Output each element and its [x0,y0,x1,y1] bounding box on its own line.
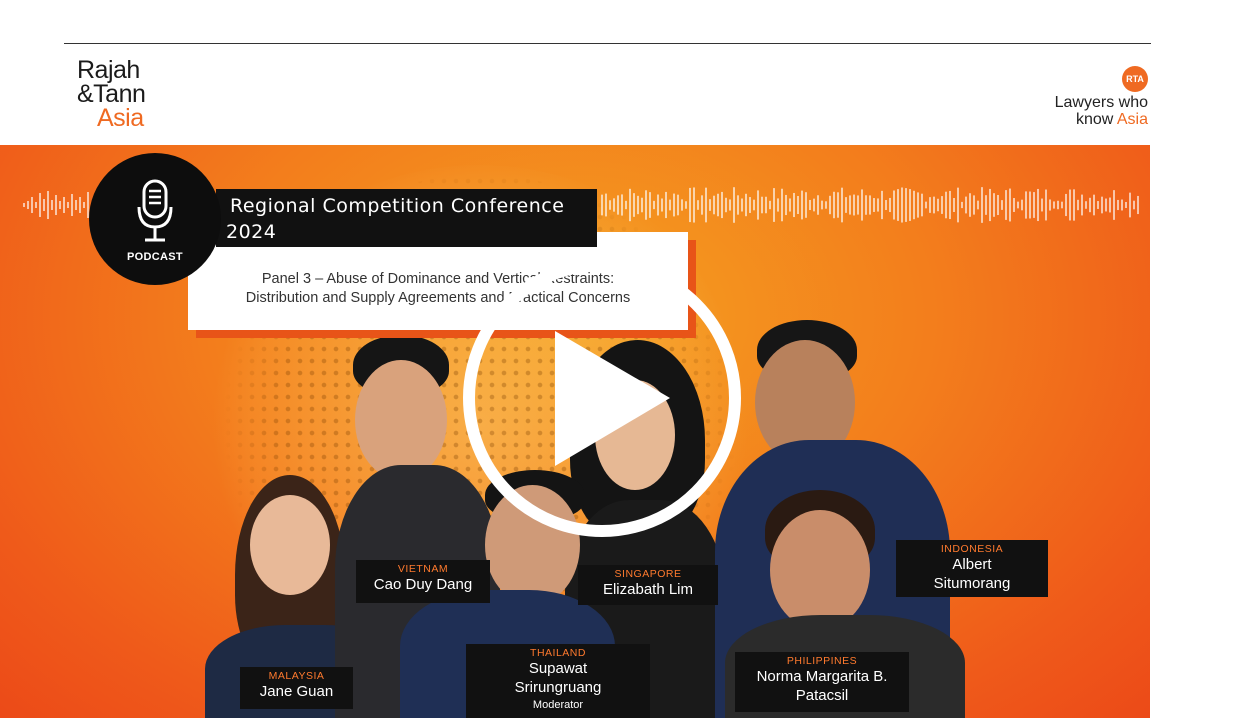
speaker-country: PHILIPPINES [786,655,858,667]
episode-title: Regional Competition Conference 2024 [216,189,597,247]
rajah-tann-logo[interactable]: Rajah &Tann Asia [77,56,146,132]
play-button[interactable] [463,259,741,537]
speaker-name-line-2: Situmorang [933,575,1011,592]
speaker-tag-thailand: THAILAND Supawat Srirungruang Moderator [466,644,650,718]
speaker-tag-malaysia: MALAYSIA Jane Guan [240,667,353,709]
header-divider [64,43,1151,44]
speaker-name: Cao Duy Dang [373,576,473,593]
speaker-country: MALAYSIA [268,670,325,682]
speaker-name-line-2: Patacsil [795,687,849,704]
tagline-line-2-pre: know [1075,111,1117,128]
tagline-text: Lawyers who know Asia [1008,94,1148,128]
speaker-name: Jane Guan [259,683,334,700]
logo-line-2: &Tann [77,80,146,108]
rta-tagline: RTA Lawyers who know Asia [1008,66,1148,130]
speaker-name-line-2: Srirungruang [514,679,602,696]
speaker-name-line-1: Norma Margarita B. [756,668,888,685]
speaker-tag-singapore: SINGAPORE Elizabath Lim [578,565,718,605]
speaker-country: SINGAPORE [614,568,682,580]
video-thumbnail[interactable]: PODCAST Regional Competition Conference … [0,145,1150,718]
play-icon [555,331,670,466]
rta-badge: RTA [1122,66,1148,92]
title-line-1: Regional Competition Conference [230,195,565,217]
title-line-2: 2024 [226,221,277,243]
speaker-tag-philippines: PHILIPPINES Norma Margarita B. Patacsil [735,652,909,712]
tagline-accent: Asia [1116,111,1148,128]
podcast-badge: PODCAST [89,153,221,285]
speaker-tag-vietnam: VIETNAM Cao Duy Dang [356,560,490,603]
tagline-line-2: know Asia [1008,111,1148,128]
speaker-role: Moderator [532,699,584,711]
podcast-label: PODCAST [127,251,183,263]
logo-line-3: Asia [97,104,144,132]
speaker-name-line-1: Supawat [528,660,588,677]
audio-waveform-right [601,187,1139,223]
tagline-line-1: Lawyers who [1054,94,1148,111]
speaker-tag-indonesia: INDONESIA Albert Situmorang [896,540,1048,597]
logo-line-1: Rajah [77,56,140,84]
speaker-name-line-1: Albert [952,556,992,573]
speaker-country: THAILAND [530,647,586,659]
speaker-country: VIETNAM [397,563,449,575]
speaker-country: INDONESIA [940,543,1004,555]
speaker-name: Elizabath Lim [602,581,694,598]
microphone-icon [137,179,173,242]
